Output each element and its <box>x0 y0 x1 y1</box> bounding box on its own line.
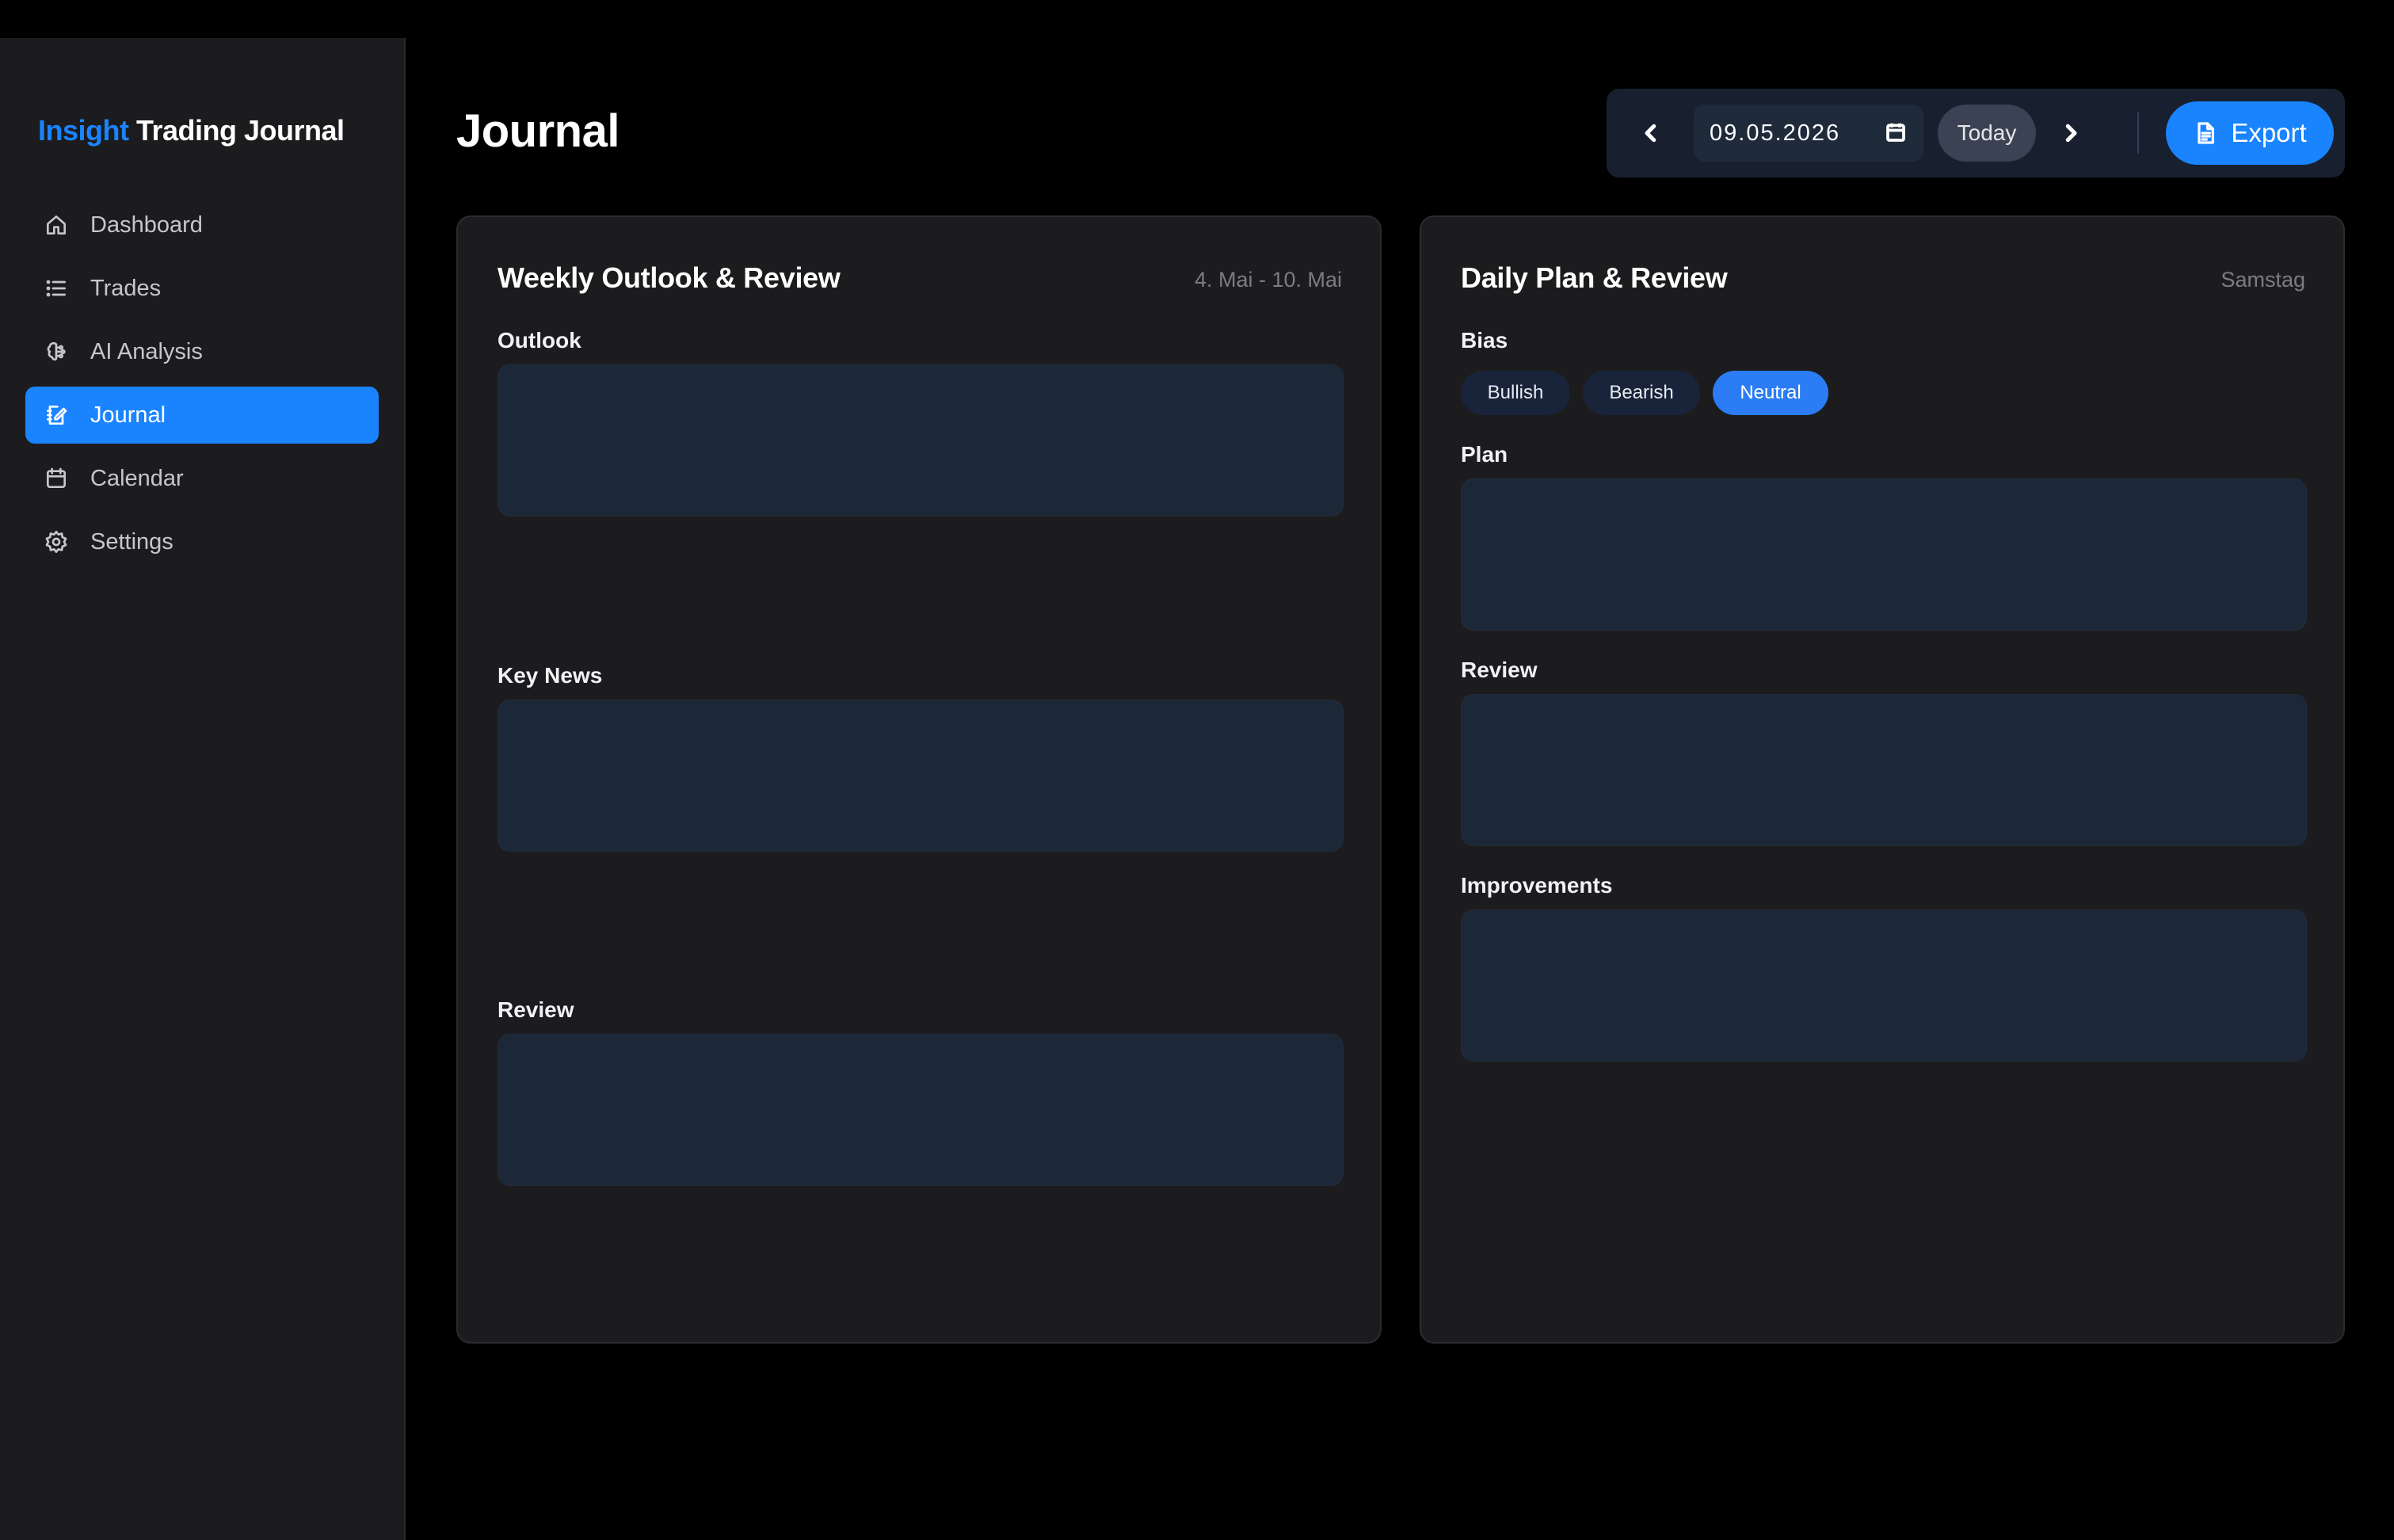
today-button[interactable]: Today <box>1938 105 2036 162</box>
document-icon <box>2198 122 2215 144</box>
weekday-label: Samstag <box>2221 268 2305 292</box>
daily-card-title: Daily Plan & Review <box>1461 261 1728 294</box>
sidebar-item-calendar[interactable]: Calendar <box>25 450 379 507</box>
brand-trading-journal: Trading Journal <box>136 114 345 147</box>
outlook-textarea[interactable] <box>497 364 1344 517</box>
sidebar-item-trades[interactable]: Trades <box>25 260 379 317</box>
date-toolbar: 09.05.2026 Today Export <box>1607 89 2345 177</box>
sidebar-item-dashboard[interactable]: Dashboard <box>25 196 379 253</box>
toolbar-divider <box>2137 112 2139 154</box>
sidebar: Insight Trading Journal Dashboard Trades… <box>0 38 406 1540</box>
daily-review-label: Review <box>1461 658 1538 682</box>
key-news-textarea[interactable] <box>497 699 1344 852</box>
sidebar-nav: Dashboard Trades AI Analysis Journal Cal… <box>25 196 379 577</box>
gear-icon <box>43 528 70 555</box>
app-logo[interactable]: Insight Trading Journal <box>38 114 345 147</box>
bias-bullish-button[interactable]: Bullish <box>1461 371 1570 415</box>
sidebar-item-label: Journal <box>90 402 166 428</box>
weekly-review-label: Review <box>497 997 574 1022</box>
week-range: 4. Mai - 10. Mai <box>1194 268 1342 292</box>
improvements-textarea[interactable] <box>1461 909 2307 1062</box>
sidebar-item-ai-analysis[interactable]: AI Analysis <box>25 323 379 380</box>
weekly-card-title: Weekly Outlook & Review <box>497 261 841 294</box>
calendar-icon[interactable] <box>1884 120 1908 144</box>
journal-icon <box>43 402 70 429</box>
key-news-label: Key News <box>497 663 603 688</box>
outlook-label: Outlook <box>497 328 581 353</box>
list-icon <box>43 275 70 302</box>
date-value: 09.05.2026 <box>1710 120 1841 146</box>
sidebar-item-settings[interactable]: Settings <box>25 513 379 570</box>
sidebar-item-label: AI Analysis <box>90 338 203 364</box>
sidebar-item-label: Dashboard <box>90 212 203 238</box>
home-icon <box>43 212 70 238</box>
plan-textarea[interactable] <box>1461 478 2307 631</box>
chevron-left-icon <box>1645 124 1656 143</box>
sidebar-item-label: Calendar <box>90 465 184 491</box>
sidebar-item-journal[interactable]: Journal <box>25 387 379 444</box>
date-input[interactable]: 09.05.2026 <box>1694 105 1923 162</box>
previous-day-button[interactable] <box>1626 108 1676 158</box>
weekly-outlook-card: Weekly Outlook & Review 4. Mai - 10. Mai… <box>456 215 1382 1344</box>
export-button[interactable]: Export <box>2166 101 2334 165</box>
improvements-label: Improvements <box>1461 873 1613 898</box>
daily-plan-card: Daily Plan & Review Samstag Bias Bullish… <box>1420 215 2345 1344</box>
brand-insight: Insight <box>38 114 129 147</box>
bias-neutral-button[interactable]: Neutral <box>1713 371 1828 415</box>
sidebar-item-label: Trades <box>90 275 162 301</box>
bias-label: Bias <box>1461 328 1508 353</box>
sidebar-item-label: Settings <box>90 528 173 555</box>
calendar-icon <box>43 465 70 492</box>
weekly-review-textarea[interactable] <box>497 1034 1344 1186</box>
daily-review-textarea[interactable] <box>1461 694 2307 846</box>
next-day-button[interactable] <box>2045 108 2096 158</box>
chevron-right-icon <box>2065 124 2077 143</box>
export-label: Export <box>2231 118 2307 147</box>
page-title: Journal <box>456 105 620 157</box>
bias-bearish-button[interactable]: Bearish <box>1583 371 1700 415</box>
plan-label: Plan <box>1461 442 1508 467</box>
brain-icon <box>43 338 70 365</box>
